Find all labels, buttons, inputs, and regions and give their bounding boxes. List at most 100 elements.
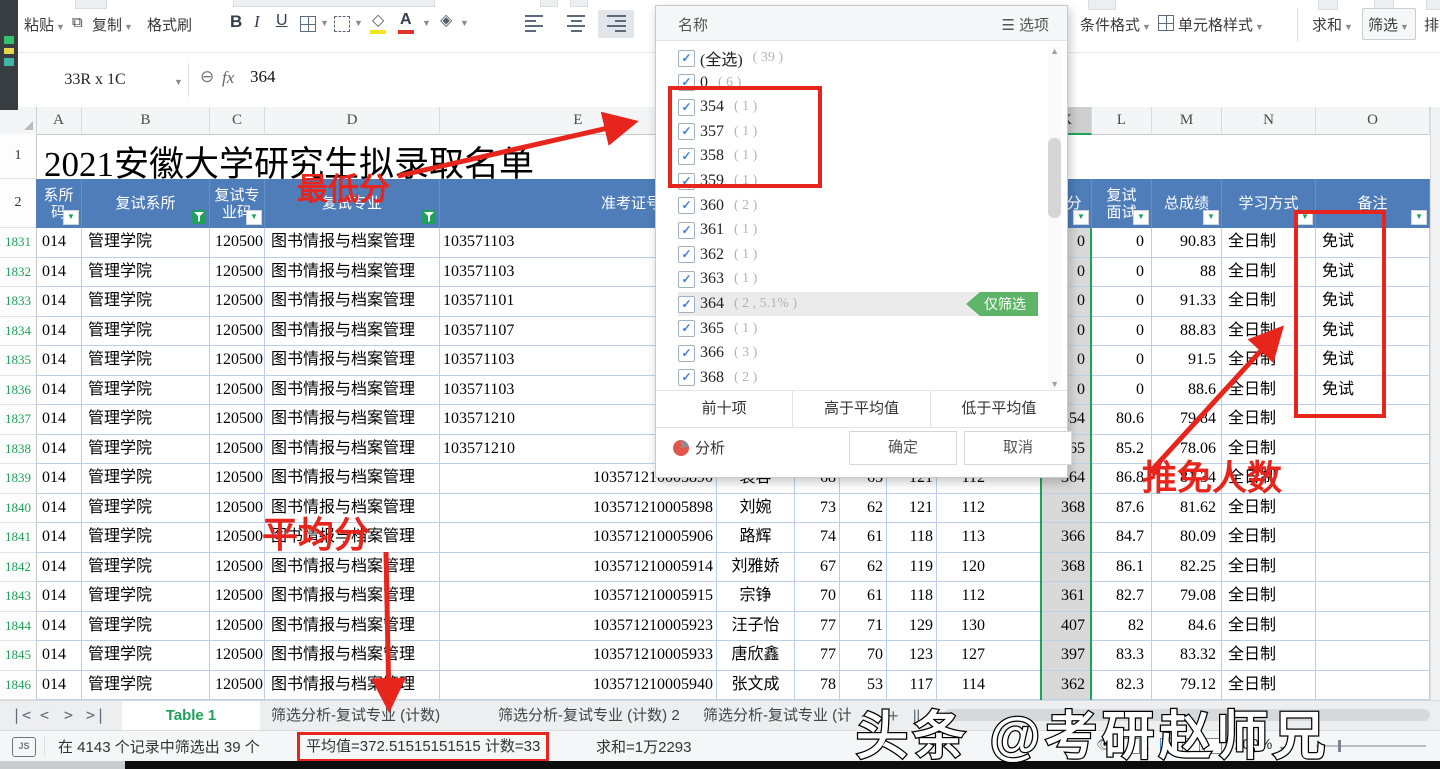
- tab-analysis-1[interactable]: 筛选分析-复试专业 (计数): [271, 701, 440, 731]
- font-color-icon[interactable]: A: [400, 11, 412, 29]
- underline-button[interactable]: U: [276, 12, 288, 30]
- table-cell[interactable]: 免试: [1316, 346, 1430, 376]
- table-cell[interactable]: 014: [36, 553, 82, 583]
- table-cell[interactable]: 84.6: [1152, 612, 1222, 642]
- format-painter-button[interactable]: 格式刷: [147, 14, 192, 35]
- analyze-button[interactable]: 分析: [673, 437, 725, 458]
- table-cell[interactable]: [1316, 523, 1430, 553]
- table-cell[interactable]: 120500: [210, 376, 265, 406]
- table-cell[interactable]: 103571210005915: [440, 582, 717, 612]
- table-cell[interactable]: 78: [795, 671, 840, 701]
- table-cell[interactable]: 014: [36, 405, 82, 435]
- row-header-1843[interactable]: 1843: [0, 582, 37, 612]
- table-cell[interactable]: 图书情报与档案管理: [265, 258, 440, 288]
- filter-only-this-tag[interactable]: 仅筛选此项: [966, 292, 1038, 316]
- filter-dropdown-icon[interactable]: ▼: [1411, 210, 1427, 225]
- table-cell[interactable]: 014: [36, 435, 82, 465]
- column-header-B[interactable]: B: [82, 107, 210, 133]
- table-cell[interactable]: 路辉: [717, 523, 795, 553]
- filter-dropdown-icon[interactable]: ▼: [246, 210, 262, 225]
- table-cell[interactable]: 368: [1042, 494, 1092, 524]
- table-cell[interactable]: 120500: [210, 258, 265, 288]
- table-cell[interactable]: 0: [1092, 287, 1152, 317]
- table-cell[interactable]: 90.83: [1152, 228, 1222, 258]
- italic-button[interactable]: I: [254, 12, 260, 32]
- table-cell[interactable]: 120: [937, 553, 1042, 583]
- align-right-icon[interactable]: [606, 14, 628, 32]
- table-cell[interactable]: 014: [36, 523, 82, 553]
- zoom-select-icon[interactable]: ⊖: [200, 67, 214, 87]
- filter-item-361[interactable]: ✓361( 1 ): [678, 218, 1038, 242]
- align-center-icon[interactable]: [566, 14, 588, 32]
- table-cell[interactable]: 图书情报与档案管理: [265, 405, 440, 435]
- table-cell[interactable]: 014: [36, 376, 82, 406]
- table-cell[interactable]: 014: [36, 641, 82, 671]
- row-header-1831[interactable]: 1831: [0, 228, 37, 258]
- column-header-D[interactable]: D: [265, 107, 440, 133]
- table-cell[interactable]: 129: [887, 612, 937, 642]
- filter-dropdown-icon[interactable]: ▼: [1133, 210, 1149, 225]
- scroll-down-icon[interactable]: ▼: [1050, 379, 1059, 389]
- table-cell[interactable]: 0: [1092, 317, 1152, 347]
- filter-item-360[interactable]: ✓360( 2 ): [678, 194, 1038, 218]
- table-cell[interactable]: [1316, 582, 1430, 612]
- table-cell[interactable]: 91.33: [1152, 287, 1222, 317]
- row-header-1837[interactable]: 1837: [0, 405, 37, 435]
- table-cell[interactable]: 图书情报与档案管理: [265, 464, 440, 494]
- table-cell[interactable]: 103571210005906: [440, 523, 717, 553]
- table-cell[interactable]: 368: [1042, 553, 1092, 583]
- align-left-icon[interactable]: [524, 14, 546, 32]
- table-cell[interactable]: 84.7: [1092, 523, 1152, 553]
- table-cell[interactable]: 管理学院: [82, 228, 210, 258]
- table-cell[interactable]: [1316, 553, 1430, 583]
- table-cell[interactable]: 120500: [210, 464, 265, 494]
- table-cell[interactable]: 79.84: [1152, 405, 1222, 435]
- checkbox-checked-icon[interactable]: ✓: [678, 369, 695, 386]
- table-cell[interactable]: 120500: [210, 287, 265, 317]
- table-cell[interactable]: 82.25: [1152, 553, 1222, 583]
- checkbox-checked-icon[interactable]: ✓: [678, 99, 695, 116]
- active-filter-funnel-icon[interactable]: [422, 210, 436, 224]
- filter-scroll-thumb[interactable]: [1048, 138, 1061, 218]
- table-cell[interactable]: 127: [937, 641, 1042, 671]
- table-cell[interactable]: 管理学院: [82, 612, 210, 642]
- table-cell[interactable]: 免试: [1316, 258, 1430, 288]
- table-cell[interactable]: 全日制: [1222, 317, 1316, 347]
- checkbox-checked-icon[interactable]: ✓: [678, 320, 695, 337]
- table-cell[interactable]: 管理学院: [82, 494, 210, 524]
- table-cell[interactable]: 120500: [210, 317, 265, 347]
- scroll-up-icon[interactable]: ▲: [1050, 46, 1059, 56]
- chevron-down-icon[interactable]: ▼: [422, 18, 431, 28]
- table-cell[interactable]: 103571210005923: [440, 612, 717, 642]
- table-cell[interactable]: 120500: [210, 612, 265, 642]
- table-cell[interactable]: 管理学院: [82, 671, 210, 701]
- table-cell[interactable]: 80.09: [1152, 523, 1222, 553]
- header-cell-N[interactable]: 学习方式▼: [1222, 179, 1316, 228]
- table-cell[interactable]: 120500: [210, 553, 265, 583]
- row-header-1839[interactable]: 1839: [0, 464, 37, 494]
- table-cell[interactable]: 91.5: [1152, 346, 1222, 376]
- table-cell[interactable]: 120500: [210, 494, 265, 524]
- table-cell[interactable]: 120500: [210, 405, 265, 435]
- table-cell[interactable]: 管理学院: [82, 523, 210, 553]
- table-cell[interactable]: 全日制: [1222, 553, 1316, 583]
- zoom-slider-track[interactable]: [1316, 745, 1426, 747]
- header-cell-C[interactable]: 复试专 业码▼: [210, 179, 265, 228]
- table-cell[interactable]: [1316, 641, 1430, 671]
- table-cell[interactable]: [1316, 405, 1430, 435]
- table-cell[interactable]: [1316, 671, 1430, 701]
- table-cell[interactable]: [1316, 435, 1430, 465]
- table-cell[interactable]: 61: [840, 523, 887, 553]
- table-cell[interactable]: 全日制: [1222, 405, 1316, 435]
- table-cell[interactable]: 113: [937, 523, 1042, 553]
- column-header-A[interactable]: A: [36, 107, 82, 133]
- copy-icon[interactable]: ⧉: [72, 14, 83, 31]
- table-cell[interactable]: 88: [1152, 258, 1222, 288]
- header-cell-A[interactable]: 系所 码▼: [36, 179, 82, 228]
- header-cell-M[interactable]: 总成绩▼: [1152, 179, 1222, 228]
- table-cell[interactable]: 014: [36, 228, 82, 258]
- table-cell[interactable]: 管理学院: [82, 346, 210, 376]
- table-cell[interactable]: 014: [36, 671, 82, 701]
- table-cell[interactable]: 123: [887, 641, 937, 671]
- table-cell[interactable]: 79.08: [1152, 582, 1222, 612]
